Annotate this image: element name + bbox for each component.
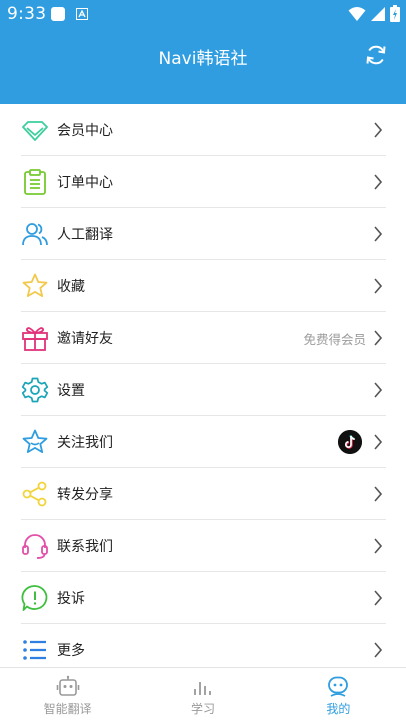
clipboard-icon (24, 169, 46, 195)
menu-item-label: 更多 (57, 643, 85, 659)
notification-app-icon (51, 7, 65, 21)
face-icon (328, 676, 349, 697)
menu-item-label: 关注我们 (57, 435, 113, 451)
bottom-tab-bar: 智能翻译 学习 我的 (0, 667, 406, 721)
menu-item-label: 设置 (57, 383, 85, 399)
list-icon (23, 640, 46, 660)
users-icon (22, 223, 48, 246)
profile-menu-list: 会员中心 订单中心 人工翻译 收藏 邀请好友 免费得会员 设置 关注我们 转发分… (21, 104, 386, 676)
menu-item-label: 转发分享 (57, 487, 113, 503)
menu-item-label: 人工翻译 (57, 227, 113, 243)
menu-item-label: 邀请好友 (57, 331, 113, 347)
chevron-right-icon (374, 590, 383, 606)
tab-label: 我的 (326, 702, 351, 716)
status-bar: 9:33 (0, 0, 406, 28)
tab-smart-translate[interactable]: 智能翻译 (0, 668, 135, 721)
menu-item-human-translation[interactable]: 人工翻译 (21, 208, 386, 260)
menu-item-settings[interactable]: 设置 (21, 364, 386, 416)
menu-item-contact-us[interactable]: 联系我们 (21, 520, 386, 572)
menu-item-label: 会员中心 (57, 123, 113, 139)
status-time: 9:33 (7, 4, 47, 24)
battery-icon (390, 5, 400, 22)
signal-icon (371, 6, 385, 21)
menu-item-complaint[interactable]: 投诉 (21, 572, 386, 624)
gift-icon (22, 327, 48, 351)
menu-item-label: 收藏 (57, 279, 85, 295)
menu-item-label: 投诉 (57, 591, 85, 607)
app-header: 9:33 Navi韩语社 (0, 0, 406, 104)
gear-icon (21, 377, 49, 403)
chevron-right-icon (374, 226, 383, 242)
invite-reward-hint: 免费得会员 (303, 332, 366, 347)
star-badge-icon (22, 429, 48, 453)
menu-item-share[interactable]: 转发分享 (21, 468, 386, 520)
chevron-right-icon (374, 278, 383, 294)
title-bar: Navi韩语社 (0, 36, 406, 76)
tab-label: 学习 (190, 702, 215, 716)
chevron-right-icon (374, 122, 383, 138)
menu-item-label: 订单中心 (57, 175, 113, 191)
wifi-icon (348, 6, 366, 21)
chevron-right-icon (374, 330, 383, 346)
diamond-icon (22, 121, 48, 141)
menu-item-invite-friends[interactable]: 邀请好友 免费得会员 (21, 312, 386, 364)
chevron-right-icon (374, 434, 383, 450)
star-icon (22, 273, 48, 297)
notification-text-icon (76, 8, 88, 20)
chevron-right-icon (374, 642, 383, 658)
refresh-icon[interactable] (364, 43, 388, 67)
tab-label: 智能翻译 (43, 702, 92, 716)
chevron-right-icon (374, 382, 383, 398)
tab-study[interactable]: 学习 (135, 668, 270, 721)
menu-item-label: 联系我们 (57, 539, 113, 555)
chevron-right-icon (374, 174, 383, 190)
share-icon (22, 481, 47, 507)
menu-item-membership[interactable]: 会员中心 (21, 104, 386, 156)
tiktok-icon (338, 430, 362, 454)
headset-icon (22, 534, 48, 559)
page-title: Navi韩语社 (158, 49, 248, 69)
status-indicators (348, 5, 400, 22)
chevron-right-icon (374, 486, 383, 502)
chevron-right-icon (374, 538, 383, 554)
robot-icon (56, 675, 79, 696)
bars-icon (194, 682, 211, 695)
tab-mine[interactable]: 我的 (271, 668, 406, 721)
menu-item-orders[interactable]: 订单中心 (21, 156, 386, 208)
menu-item-follow-us[interactable]: 关注我们 (21, 416, 386, 468)
exclamation-bubble-icon (21, 585, 48, 611)
menu-item-favorites[interactable]: 收藏 (21, 260, 386, 312)
